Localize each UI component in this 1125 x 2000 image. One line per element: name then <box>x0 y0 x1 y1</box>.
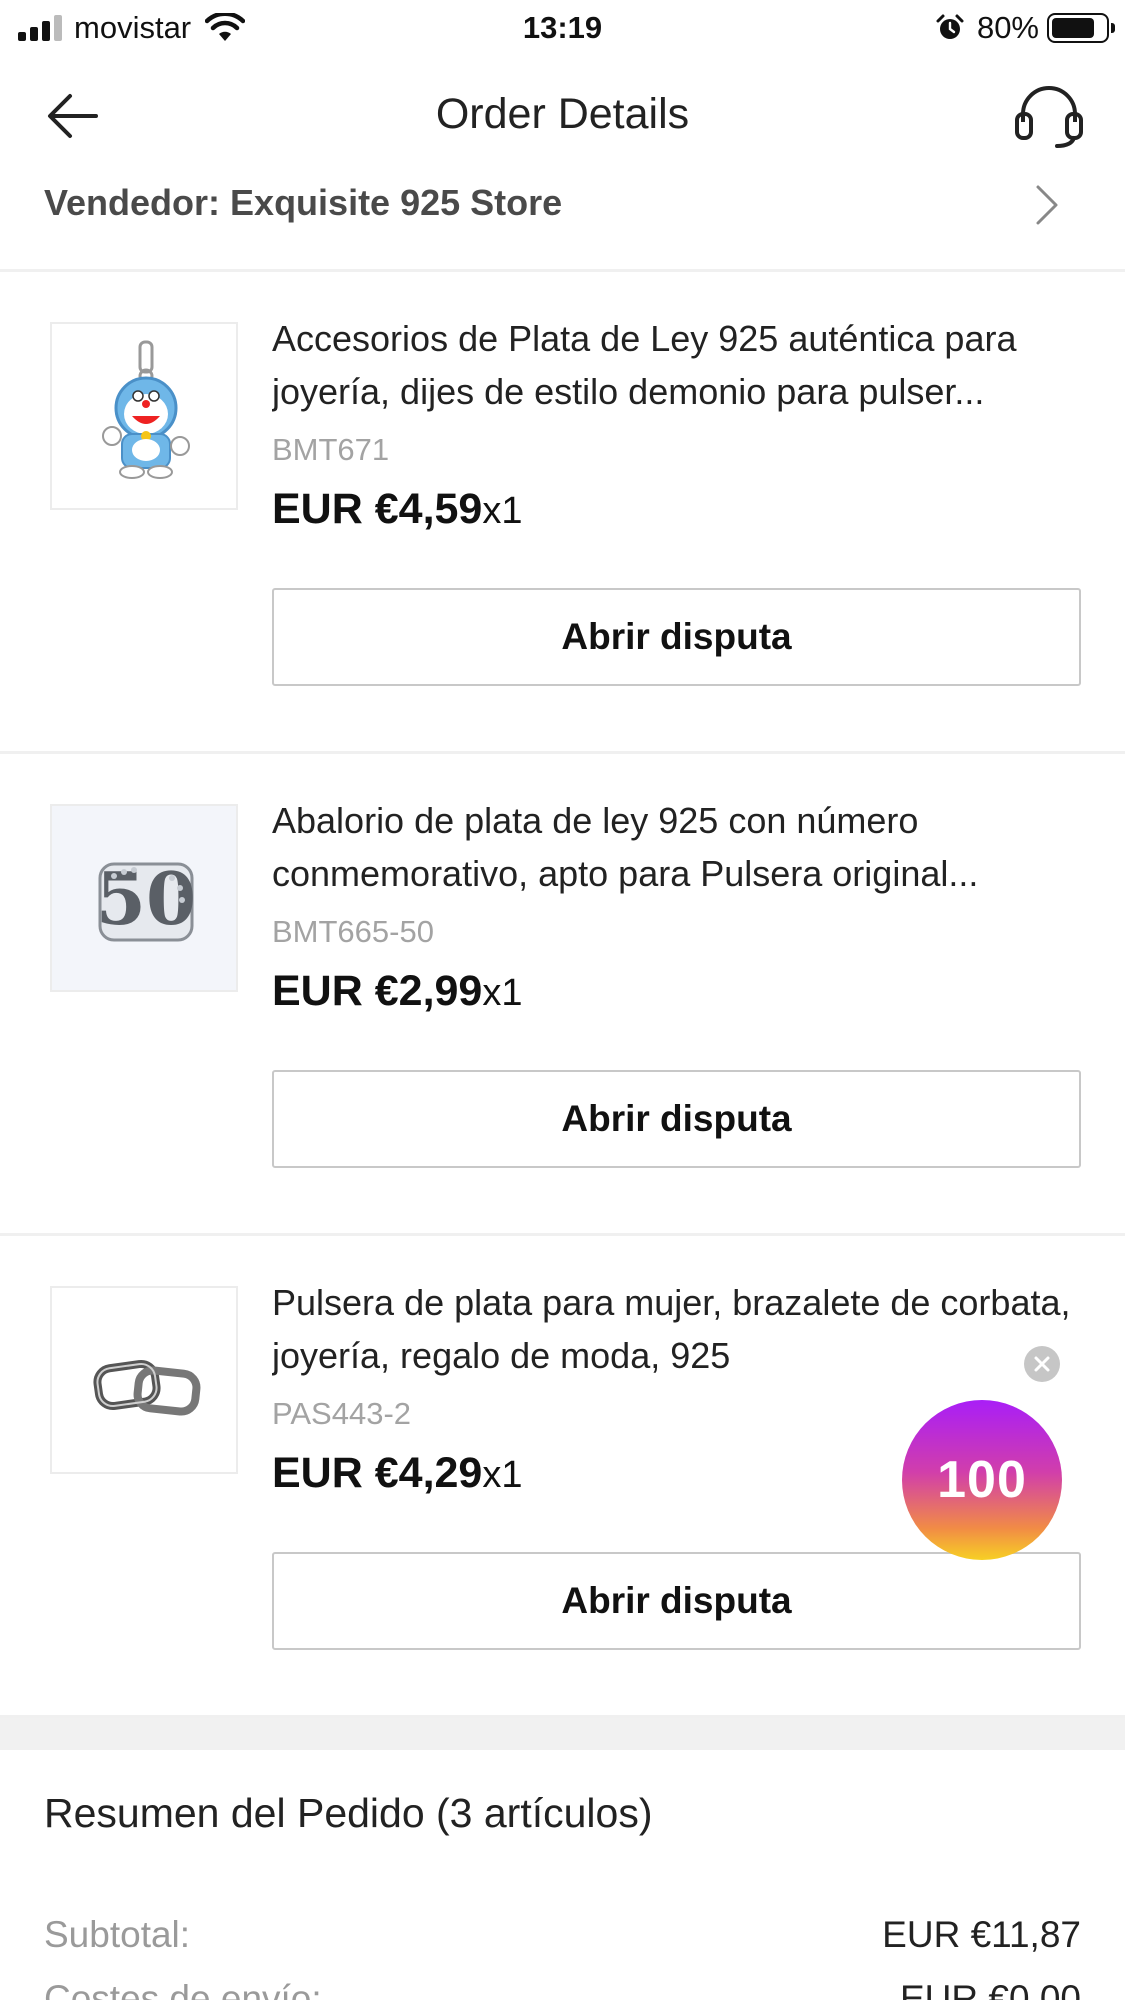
close-icon[interactable] <box>1024 1346 1060 1382</box>
shipping-value: EUR €0,00 <box>900 1978 1081 2000</box>
section-divider <box>0 1718 1125 1750</box>
price-value: EUR €4,59 <box>272 485 483 533</box>
vendor-row[interactable]: Vendedor: Exquisite 925 Store <box>0 168 1125 272</box>
product-image[interactable]: 50 <box>50 804 238 992</box>
status-right: 80% <box>935 10 1115 46</box>
order-item: 50 Abalorio de plata de ley 925 con núme… <box>0 754 1125 1236</box>
vendor-name: Vendedor: Exquisite 925 Store <box>44 182 563 223</box>
product-title[interactable]: Pulsera de plata para mujer, brazalete d… <box>272 1276 1092 1382</box>
order-item: Accesorios de Plata de Ley 925 auténtica… <box>0 272 1125 754</box>
open-dispute-button[interactable]: Abrir disputa <box>272 1070 1081 1168</box>
open-dispute-button[interactable]: Abrir disputa <box>272 588 1081 686</box>
chevron-right-icon <box>1036 185 1058 225</box>
alarm-icon <box>936 14 964 39</box>
subtotal-row: Subtotal: EUR €11,87 <box>44 1914 1081 1956</box>
price-value: EUR €2,99 <box>272 967 483 1015</box>
product-title[interactable]: Accesorios de Plata de Ley 925 auténtica… <box>272 312 1092 418</box>
product-sku: PAS443-2 <box>272 1396 412 1431</box>
promo-value: 100 <box>937 1451 1027 1509</box>
app-header: Order Details <box>0 58 1125 168</box>
quantity: x1 <box>482 1454 523 1496</box>
product-sku: BMT665-50 <box>272 914 434 949</box>
product-price: EUR €4,59x1 <box>272 485 522 534</box>
status-bar: movistar 13:19 80% <box>0 0 1125 58</box>
product-price: EUR €2,99x1 <box>272 967 522 1016</box>
price-value: EUR €4,29 <box>272 1449 483 1497</box>
product-price: EUR €4,29x1 <box>272 1449 522 1498</box>
product-sku: BMT671 <box>272 432 390 467</box>
number-charm-image: 50 <box>96 856 196 942</box>
headset-icon[interactable] <box>1013 82 1085 148</box>
product-title[interactable]: Abalorio de plata de ley 925 con número … <box>272 794 1092 900</box>
battery-percent: 80% <box>976 10 1039 45</box>
promo-coin-badge[interactable]: 100 <box>902 1400 1062 1560</box>
battery-icon <box>1047 13 1115 43</box>
battery-fill <box>1052 18 1094 38</box>
page-title: Order Details <box>435 90 690 138</box>
bracelet-links-image <box>93 1359 201 1416</box>
quantity: x1 <box>482 490 523 532</box>
subtotal-label: Subtotal: <box>44 1914 191 1955</box>
summary-title: Resumen del Pedido (3 artículos) <box>44 1790 653 1836</box>
shipping-row: Costes de envío: EUR €0,00 <box>44 1978 1081 2000</box>
charm-figure-image <box>102 340 190 479</box>
quantity: x1 <box>482 972 523 1014</box>
open-dispute-button[interactable]: Abrir disputa <box>272 1552 1081 1650</box>
product-image[interactable] <box>50 322 238 510</box>
shipping-label: Costes de envío: <box>44 1978 322 2000</box>
subtotal-value: EUR €11,87 <box>882 1914 1081 1955</box>
product-image[interactable] <box>50 1286 238 1474</box>
